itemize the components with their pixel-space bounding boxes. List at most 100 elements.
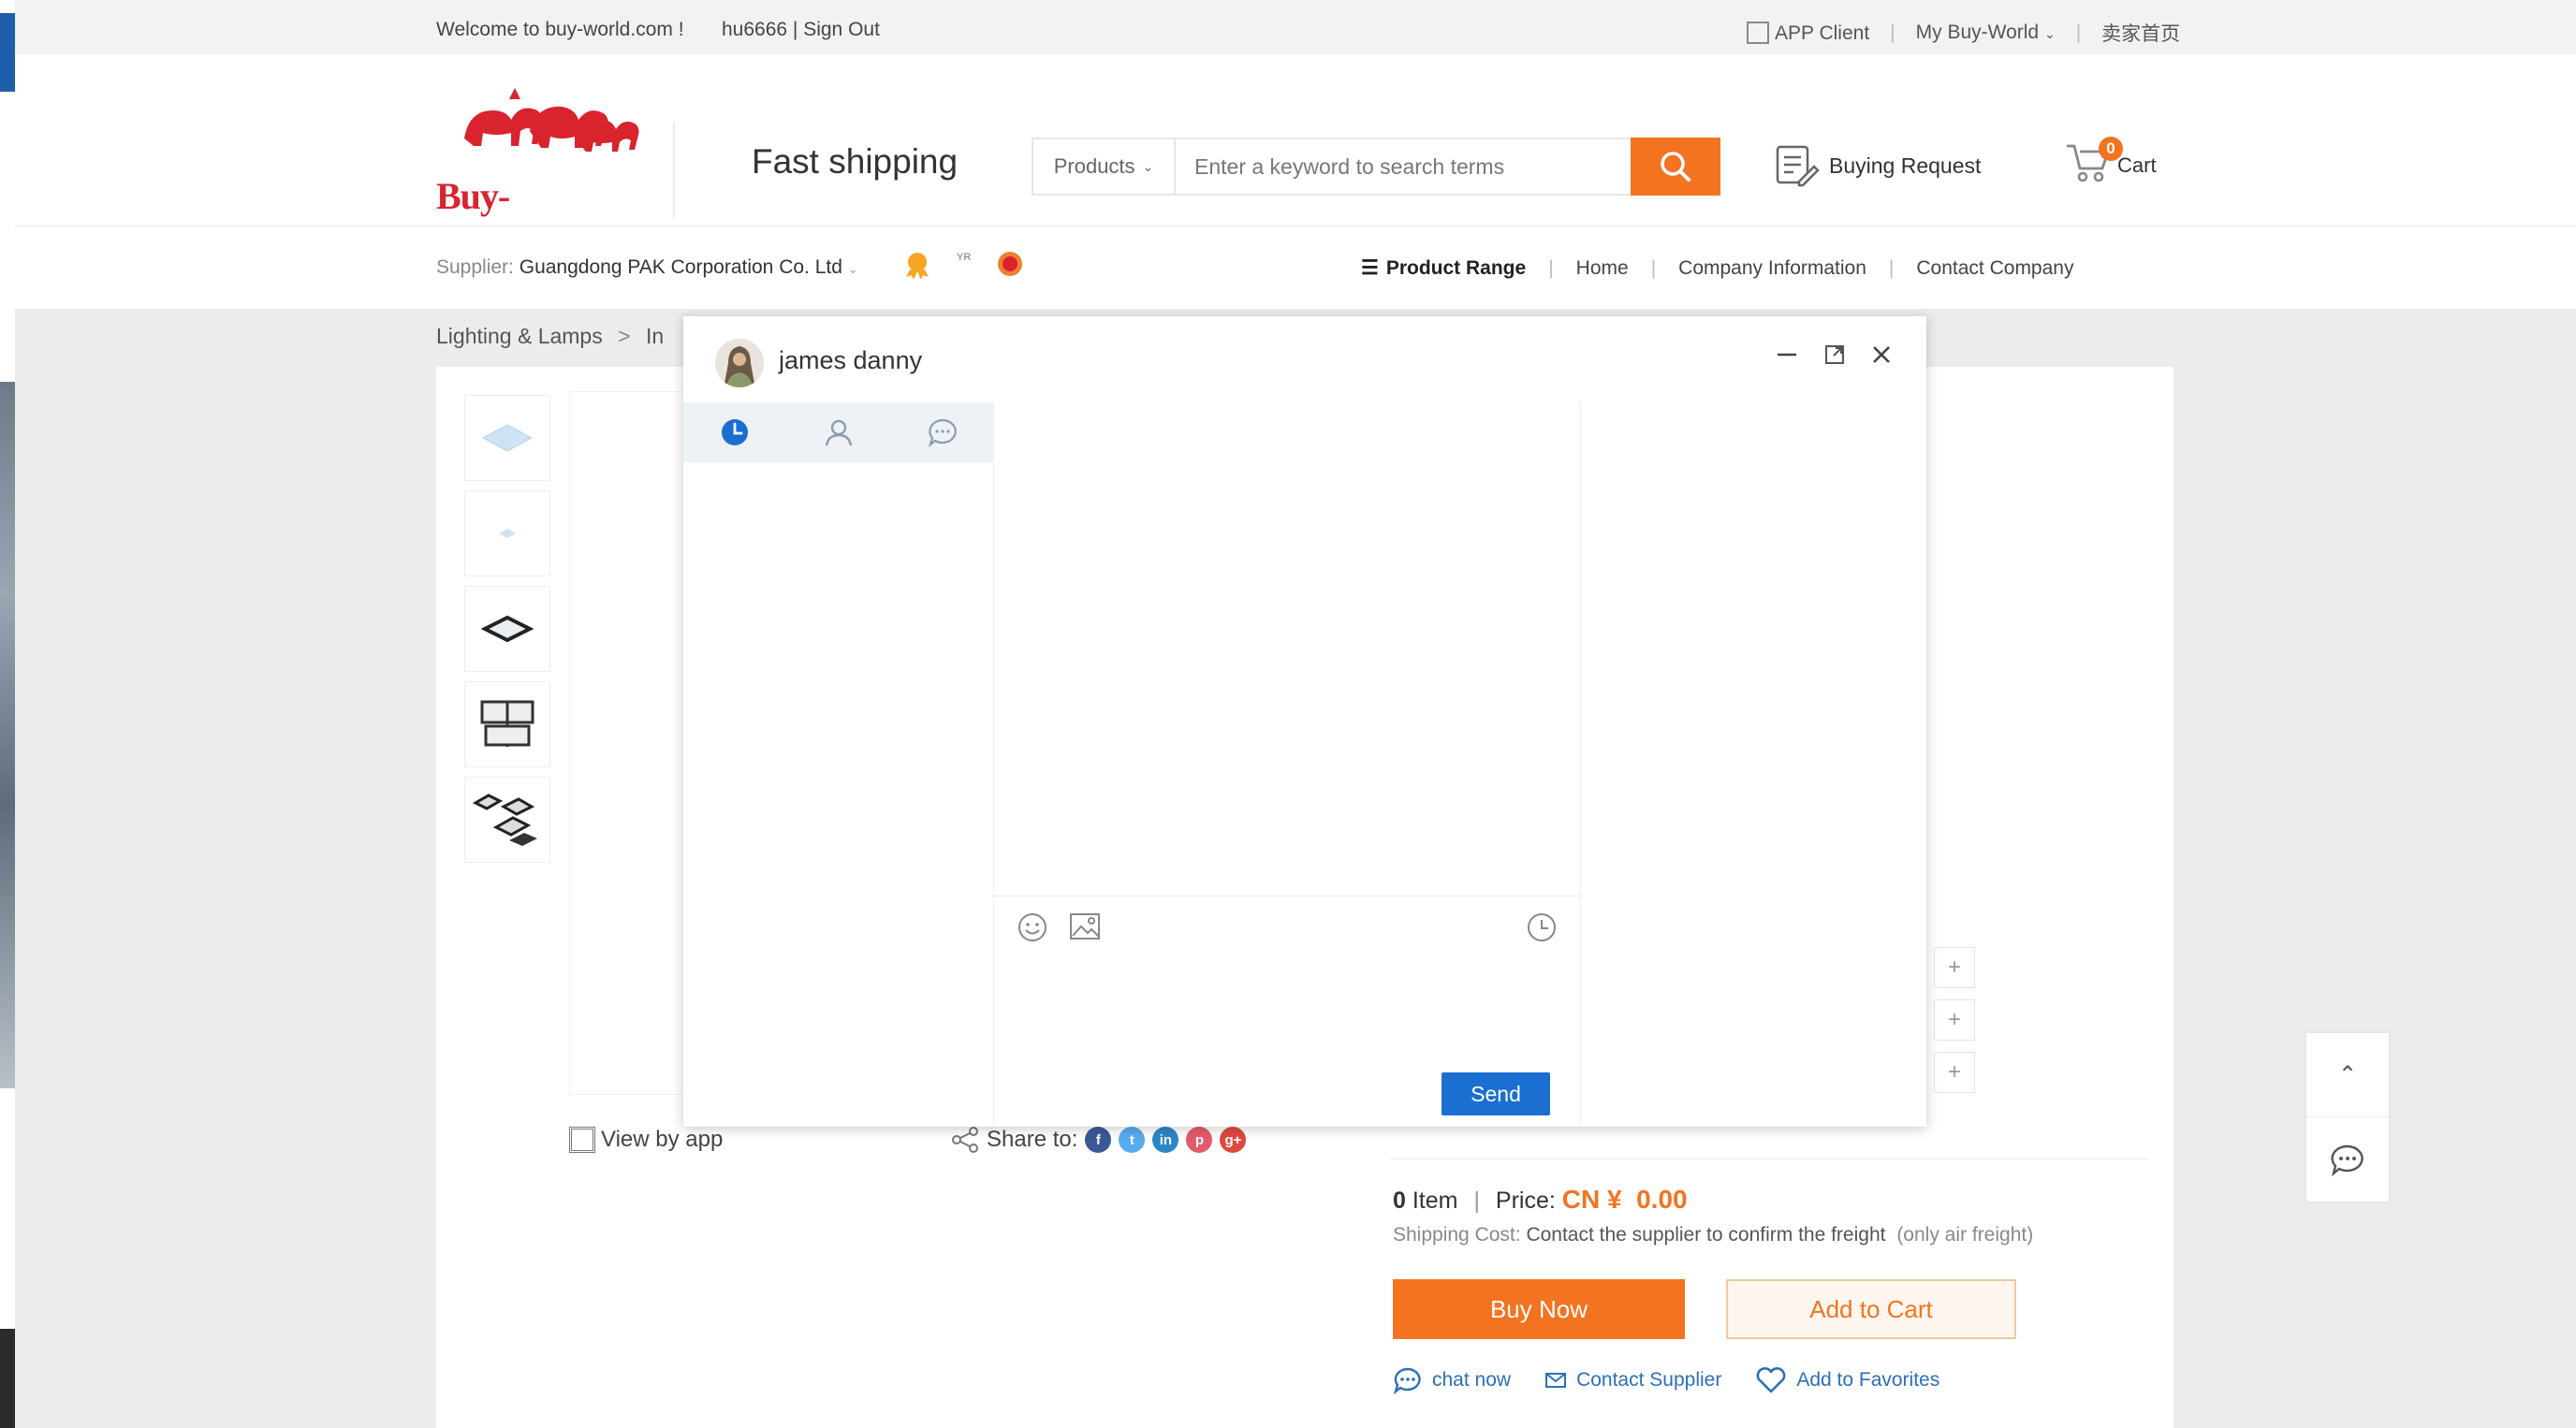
quantity-plus-button[interactable]: + [1934,1052,1975,1093]
message-input[interactable] [994,953,1580,1046]
twitter-icon[interactable]: t [1119,1127,1146,1153]
chat-contact-name: james danny [779,346,923,374]
cart-link[interactable]: 0 Cart [2065,137,2157,183]
panel-light-thumbnail-icon [499,529,516,538]
contact-supplier-link[interactable]: Contact Supplier [1544,1369,1721,1392]
search-category-label: Products [1053,154,1135,178]
my-buy-world-label: My Buy-World [1915,22,2040,43]
conversation-list-panel [683,402,994,1127]
breadcrumb-separator: > [618,324,631,348]
thumbnail-4[interactable] [464,681,550,767]
chat-bubble-icon [1393,1367,1421,1394]
divider [1391,1158,2149,1159]
share-icon [952,1127,978,1153]
shipping-cost: Shipping Cost: Contact the supplier to c… [1393,1224,2033,1246]
breadcrumb-subcategory[interactable]: In [646,324,664,348]
divider: | [1890,22,1895,43]
chevron-up-icon: ⌃ [2337,1062,2358,1087]
add-to-cart-button[interactable]: Add to Cart [1726,1279,2016,1339]
list-icon: ☰ [1361,257,1379,279]
share-bar: Share to: f t in p g+ [951,1127,1247,1153]
app-client-link[interactable]: APP Client [1747,21,1869,45]
thumbnail-1[interactable] [464,395,550,481]
emoji-icon[interactable] [1017,911,1048,943]
user-sign-out-link[interactable]: hu6666 | Sign Out [722,19,880,41]
supplier-name-dropdown[interactable]: Guangdong PAK Corporation Co. Ltd [520,256,842,278]
chat-now-link[interactable]: chat now [1393,1366,1511,1394]
left-edge-blue-block [0,13,15,92]
left-edge-dark-block [0,1329,15,1428]
thumbnail-list [464,395,550,872]
seller-home-link[interactable]: 卖家首页 [2101,19,2180,47]
cart-label: Cart [2117,153,2157,177]
buy-now-button[interactable]: Buy Now [1393,1279,1685,1339]
back-to-top-button[interactable]: ⌃ [2306,1033,2389,1117]
chat-now-label: chat now [1432,1369,1512,1391]
divider: | [1473,1188,1480,1214]
divider: | [2075,22,2082,43]
close-icon[interactable] [1870,343,1893,366]
avatar [715,339,764,387]
panel-light-thumbnail-icon [480,700,534,747]
qr-code-icon [569,1127,595,1153]
search-input[interactable]: Enter a keyword to search terms [1176,139,1631,194]
contacts-person-icon[interactable] [823,416,855,448]
site-logo[interactable]: Buy-World.com [436,82,661,261]
quantity-plus-button[interactable]: + [1934,999,1975,1041]
thumbnail-2[interactable] [464,490,550,576]
panel-light-thumbnail-icon [481,424,534,452]
cart-count-badge: 0 [2099,137,2123,161]
minimize-icon[interactable] [1775,342,1799,367]
product-range-label: Product Range [1385,257,1527,279]
search-category-select[interactable]: Products ⌄ [1033,139,1176,194]
my-buy-world-menu[interactable]: My Buy-World ⌄ [1916,22,2056,44]
supplier-info: Supplier: Guangdong PAK Corporation Co. … [436,256,858,279]
add-to-favorites-label: Add to Favorites [1796,1369,1940,1391]
product-range-link[interactable]: ☰ Product Range [1361,256,1526,280]
facebook-icon[interactable]: f [1085,1127,1112,1153]
quantity-steppers: + + + [1934,947,1975,1104]
years-badge: YR [957,252,972,263]
company-information-link[interactable]: Company Information [1678,257,1866,280]
messages-bubble-icon[interactable] [927,416,959,448]
price-label: Price: [1495,1188,1556,1214]
supplier-badges: YR [902,249,1025,279]
view-by-app-label: View by app [601,1127,724,1152]
left-edge-strip [0,0,15,1428]
google-plus-icon[interactable]: g+ [1220,1127,1247,1153]
recent-clock-icon[interactable] [719,416,751,448]
buying-request-link[interactable]: Buying Request [1775,144,1981,187]
elephant-logo-icon [464,88,639,152]
window-controls [1775,342,1893,367]
home-link[interactable]: Home [1576,257,1629,280]
history-clock-icon[interactable] [1526,911,1558,943]
item-label: Item [1412,1188,1458,1214]
send-button[interactable]: Send [1442,1072,1550,1115]
verified-seal-icon [998,252,1023,276]
shipping-note: (only air freight) [1896,1224,2034,1246]
quantity-plus-button[interactable]: + [1934,947,1975,988]
contact-info-panel [1580,402,1926,1127]
view-by-app-link[interactable]: View by app [569,1127,723,1153]
search-bar: Products ⌄ Enter a keyword to search ter… [1032,138,1720,196]
chat-sidebar-tabs [683,402,994,462]
maximize-icon[interactable] [1823,343,1846,366]
pinterest-icon[interactable]: p [1186,1127,1213,1153]
top-bar-links: APP Client | My Buy-World ⌄ | 卖家首页 [1747,19,2180,47]
price-summary: 0 Item | Price: CN ¥ 0.00 [1393,1185,1688,1215]
chat-dialog: james danny Send [683,316,1926,1127]
floating-chat-button[interactable] [2306,1117,2389,1202]
breadcrumb-lighting-lamps[interactable]: Lighting & Lamps [436,324,603,348]
thumbnail-5[interactable] [464,777,550,863]
breadcrumb: Lighting & Lamps > In [436,324,664,349]
divider: | [1888,256,1895,279]
chevron-down-icon: ⌄ [847,262,858,276]
search-button[interactable] [1631,138,1720,196]
linkedin-icon[interactable]: in [1152,1127,1179,1153]
heart-icon [1756,1367,1786,1393]
thumbnail-3[interactable] [464,586,550,672]
contact-company-link[interactable]: Contact Company [1916,257,2073,280]
add-to-favorites-link[interactable]: Add to Favorites [1755,1366,1939,1394]
image-upload-icon[interactable] [1069,911,1101,941]
item-count: 0 [1393,1188,1406,1214]
